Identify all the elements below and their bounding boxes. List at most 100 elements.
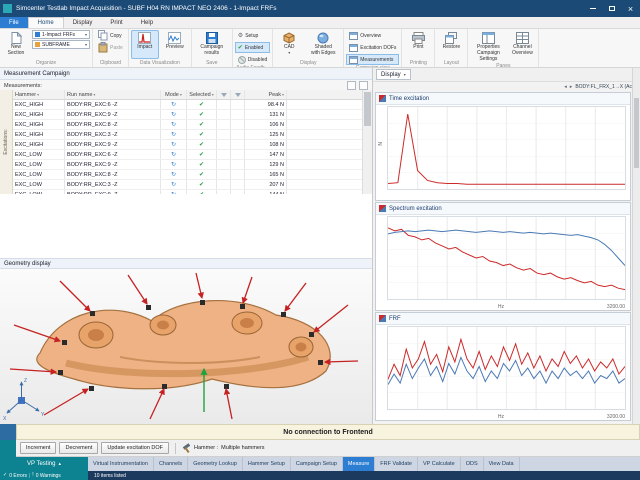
tab-file[interactable]: File <box>0 17 28 28</box>
table-row[interactable]: EXC_LOWBODY:RR_EXC:3 -Z↻✔207 N <box>13 180 362 190</box>
bottom-tab-ods[interactable]: ODS <box>461 457 484 471</box>
preview-icon <box>168 32 181 44</box>
frf-plot[interactable]: Hz 3200.00 <box>376 324 630 420</box>
maximize-icon <box>609 6 615 11</box>
time-excitation-plot[interactable]: N <box>376 104 630 200</box>
selected-check-icon[interactable]: ✔ <box>199 152 204 158</box>
errors-count: 0 Errors <box>9 473 27 479</box>
vp-testing-button[interactable]: VP Testing ▴ <box>0 457 88 471</box>
vp-testing-label: VP Testing <box>27 461 55 467</box>
overview-label: Overview <box>360 33 381 39</box>
table-row[interactable]: EXC_HIGHBODY:RR_EXC:8 -Z↻✔106 N <box>13 120 362 130</box>
audio-setup-button[interactable]: ⚙ Setup <box>235 30 270 41</box>
filter-icon[interactable] <box>347 81 356 90</box>
scrollbar-thumb[interactable] <box>634 98 639 168</box>
selected-check-icon[interactable]: ✔ <box>199 122 204 128</box>
prev-arrow-icon[interactable]: ◂ <box>564 84 567 90</box>
tab-help[interactable]: Help <box>132 17 162 28</box>
group-label-display: Display <box>275 60 341 67</box>
subframe-combo[interactable]: SUBFRAME ▾ <box>32 40 90 49</box>
campaign-results-button[interactable]: Campaign results <box>194 30 230 59</box>
next-arrow-icon[interactable]: ▸ <box>570 84 573 90</box>
column-selected[interactable]: Selected▾ <box>187 90 217 99</box>
sphere-icon <box>317 32 329 44</box>
bottom-tab-measure[interactable]: Measure <box>343 457 375 471</box>
paste-button[interactable]: Paste <box>95 42 126 53</box>
bottom-tab-view-data[interactable]: View Data <box>484 457 520 471</box>
selected-check-icon[interactable]: ✔ <box>199 112 204 118</box>
bottom-tab-campaign-setup[interactable]: Campaign Setup <box>291 457 343 471</box>
print-button[interactable]: Print <box>404 30 432 59</box>
selected-check-icon[interactable]: ✔ <box>199 182 204 188</box>
charts-scrollbar[interactable] <box>632 68 640 424</box>
section-icon <box>35 32 40 37</box>
column-mode[interactable]: Mode▾ <box>161 90 187 99</box>
display-dropdown[interactable]: Display ▾ <box>376 69 411 80</box>
save-icon <box>206 32 218 44</box>
measurements-toggle[interactable]: Measurements <box>346 54 399 65</box>
chevron-down-icon: ▾ <box>37 92 39 97</box>
x-axis-max-tick: 3200.00 <box>607 414 625 420</box>
bottom-tab-frf-validate[interactable]: FRF Validate <box>375 457 418 471</box>
maximize-button[interactable] <box>602 0 621 17</box>
table-row[interactable]: EXC_HIGHBODY:RR_EXC:9 -Z↻✔108 N <box>13 140 362 150</box>
copy-button[interactable]: Copy <box>95 30 126 41</box>
bottom-tab-vp-calculate[interactable]: VP Calculate <box>418 457 461 471</box>
overview-toggle[interactable]: Overview <box>346 30 399 41</box>
preview-button[interactable]: Preview <box>161 30 189 59</box>
selected-check-icon[interactable]: ✔ <box>199 132 204 138</box>
impact-button[interactable]: Impact <box>131 30 159 59</box>
table-row[interactable]: EXC_LOWBODY:RR_EXC:9 -Z↻✔144 N <box>13 190 362 194</box>
table-row[interactable]: EXC_LOWBODY:RR_EXC:9 -Z↻✔129 N <box>13 160 362 170</box>
column-filter-b[interactable] <box>231 90 245 99</box>
mode-icon: ↻ <box>171 112 176 118</box>
tab-print[interactable]: Print <box>101 17 131 28</box>
selected-check-icon[interactable]: ✔ <box>199 142 204 148</box>
channel-overview-button[interactable]: Channel Overview <box>508 30 536 59</box>
audio-enabled-button[interactable]: ✔ Enabled <box>235 42 270 53</box>
selected-check-icon[interactable]: ✔ <box>199 172 204 178</box>
restore-button[interactable]: Restore <box>437 30 465 59</box>
update-excitation-dof-button[interactable]: Update excitation DOF <box>101 442 169 454</box>
excitation-dofs-toggle[interactable]: Excitation DOFs <box>346 42 399 53</box>
audio-disabled-button[interactable]: Disabled <box>235 54 270 65</box>
close-button[interactable]: × <box>621 0 640 17</box>
bottom-tab-virtual-instrumentation[interactable]: Virtual Instrumentation <box>88 457 154 471</box>
column-peak[interactable]: Peak▾ <box>245 90 287 99</box>
table-row[interactable]: EXC_LOWBODY:RR_EXC:8 -Z↻✔165 N <box>13 170 362 180</box>
column-hammer[interactable]: Hammer▾ <box>13 90 65 99</box>
chevron-down-icon: ▾ <box>404 72 406 77</box>
geometry-viewport[interactable]: ZXY <box>0 269 372 424</box>
audio-disabled-label: Disabled <box>248 57 267 63</box>
bottom-tab-channels[interactable]: Channels <box>154 457 188 471</box>
decrement-button[interactable]: Decrement <box>59 442 98 454</box>
scrollbar-thumb[interactable] <box>364 92 371 126</box>
table-row[interactable]: EXC_HIGHBODY:RR_EXC:6 -Z↻✔98.4 N <box>13 100 362 110</box>
table-row[interactable]: EXC_HIGHBODY:RR_EXC:9 -Z↻✔131 N <box>13 110 362 120</box>
column-run-name[interactable]: Run name▾ <box>65 90 161 99</box>
minimize-button[interactable] <box>583 0 602 17</box>
tab-display[interactable]: Display <box>64 17 102 28</box>
hammer-value[interactable]: Multiple hammers <box>221 445 264 451</box>
tab-home[interactable]: Home <box>28 17 64 28</box>
bottom-tab-hammer-setup[interactable]: Hammer Setup <box>243 457 291 471</box>
new-section-button[interactable]: New Section <box>2 30 30 59</box>
properties-campaign-settings-button[interactable]: Properties Campaign Settings <box>470 30 506 63</box>
spectrum-excitation-plot[interactable]: Hz 3200.00 <box>376 214 630 310</box>
printer-icon <box>412 32 425 44</box>
selected-check-icon[interactable]: ✔ <box>199 162 204 168</box>
table-scrollbar[interactable] <box>362 90 372 194</box>
gear-icon: ⚙ <box>238 33 243 39</box>
selected-check-icon[interactable]: ✔ <box>199 192 204 195</box>
shaded-with-edges-button[interactable]: Shaded with Edges <box>305 30 341 59</box>
active-section-combo[interactable]: 1-Impact FRFs ▾ <box>32 30 90 39</box>
cad-button[interactable]: CAD ▾ <box>275 30 303 59</box>
bottom-tab-geometry-lookup[interactable]: Geometry Lookup <box>188 457 243 471</box>
export-icon[interactable] <box>359 81 368 90</box>
table-row[interactable]: EXC_LOWBODY:RR_EXC:6 -Z↻✔147 N <box>13 150 362 160</box>
column-filter-a[interactable] <box>217 90 231 99</box>
status-errors-section[interactable]: ✓ 0 Errors | ! 0 Warnings <box>0 471 88 480</box>
table-row[interactable]: EXC_HIGHBODY:RR_EXC:3 -Z↻✔125 N <box>13 130 362 140</box>
selected-check-icon[interactable]: ✔ <box>199 102 204 108</box>
increment-button[interactable]: Increment <box>20 442 56 454</box>
